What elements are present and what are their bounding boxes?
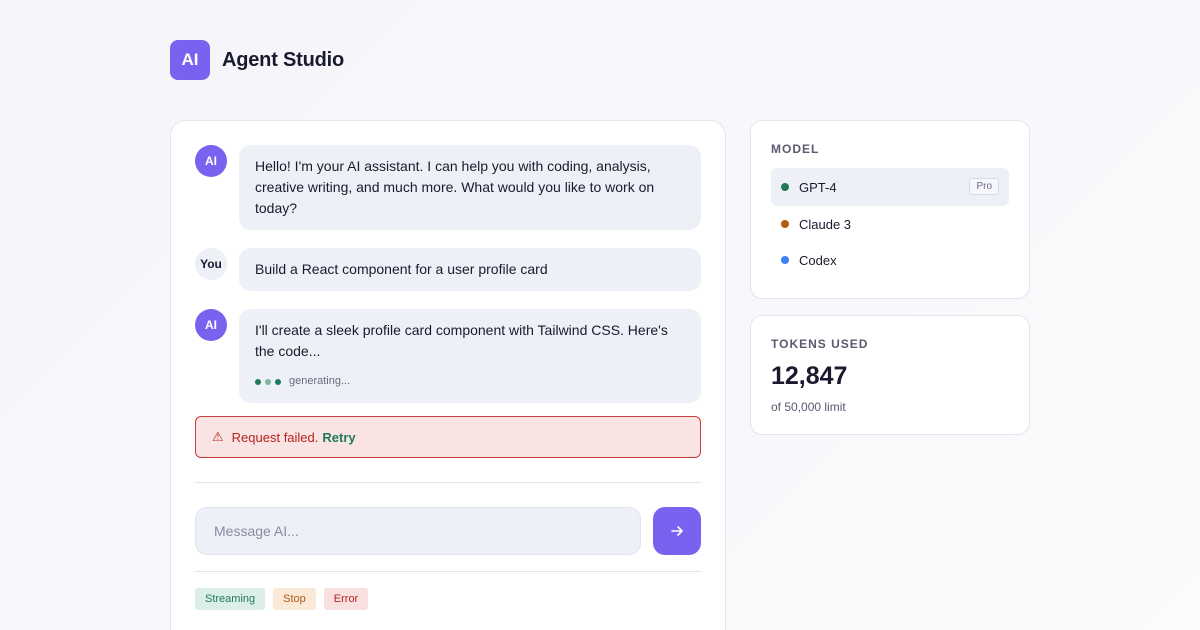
message-bubble: I'll create a sleek profile card compone…	[239, 309, 701, 403]
message-bubble: Build a React component for a user profi…	[239, 248, 701, 291]
chat-message-ai: AI Hello! I'm your AI assistant. I can h…	[195, 145, 701, 230]
divider	[195, 571, 701, 572]
model-status-dot	[781, 220, 789, 228]
typing-dot	[265, 378, 271, 385]
status-tags: Streaming Stop Error	[195, 588, 376, 610]
stop-tag[interactable]: Stop	[273, 588, 316, 610]
message-text: I'll create a sleek profile card compone…	[255, 322, 668, 359]
app-logo: AI	[170, 40, 210, 80]
composer	[195, 507, 701, 555]
model-status-dot	[781, 256, 789, 264]
arrow-right-icon	[671, 526, 683, 536]
chat-message-user: You Build a React component for a user p…	[195, 248, 701, 291]
divider	[195, 482, 701, 483]
chat-message-ai: AI I'll create a sleek profile card comp…	[195, 309, 701, 403]
warning-icon: ⚠	[212, 429, 224, 444]
message-input[interactable]	[195, 507, 641, 555]
model-panel: MODEL GPT-4 Pro Claude 3 Codex	[750, 120, 1030, 299]
tokens-used-value: 12,847	[771, 362, 848, 390]
typing-dot	[275, 378, 281, 385]
ai-avatar: AI	[195, 309, 227, 341]
tokens-panel-label: TOKENS USED	[771, 337, 869, 351]
chat-panel: AI Hello! I'm your AI assistant. I can h…	[170, 120, 726, 630]
retry-link[interactable]: Retry	[322, 430, 355, 445]
generating-label: generating...	[289, 375, 351, 387]
streaming-tag[interactable]: Streaming	[195, 588, 266, 610]
model-option-codex[interactable]: Codex	[771, 241, 1009, 279]
app-title: Agent Studio	[222, 48, 345, 71]
tokens-limit: of 50,000 limit	[771, 400, 846, 414]
model-status-dot	[781, 183, 789, 191]
message-bubble: Hello! I'm your AI assistant. I can help…	[239, 145, 701, 230]
model-panel-label: MODEL	[771, 142, 820, 156]
user-avatar: You	[195, 248, 227, 280]
model-name: Codex	[799, 252, 837, 268]
error-tag[interactable]: Error	[323, 588, 369, 610]
tokens-panel: TOKENS USED 12,847 of 50,000 limit	[750, 315, 1030, 435]
error-banner: ⚠ Request failed. Retry	[195, 416, 701, 458]
model-name: GPT-4	[799, 179, 837, 195]
typing-dot	[255, 378, 261, 385]
send-button[interactable]	[653, 507, 701, 555]
app-header: AI Agent Studio	[170, 40, 344, 80]
ai-avatar: AI	[195, 145, 227, 177]
model-name: Claude 3	[799, 216, 852, 232]
model-option-gpt-4[interactable]: GPT-4 Pro	[771, 168, 1009, 206]
error-message: Request failed.	[231, 429, 319, 445]
generating-indicator: generating...	[255, 371, 685, 392]
model-option-claude-3[interactable]: Claude 3	[771, 205, 1009, 243]
pro-badge: Pro	[969, 178, 999, 195]
